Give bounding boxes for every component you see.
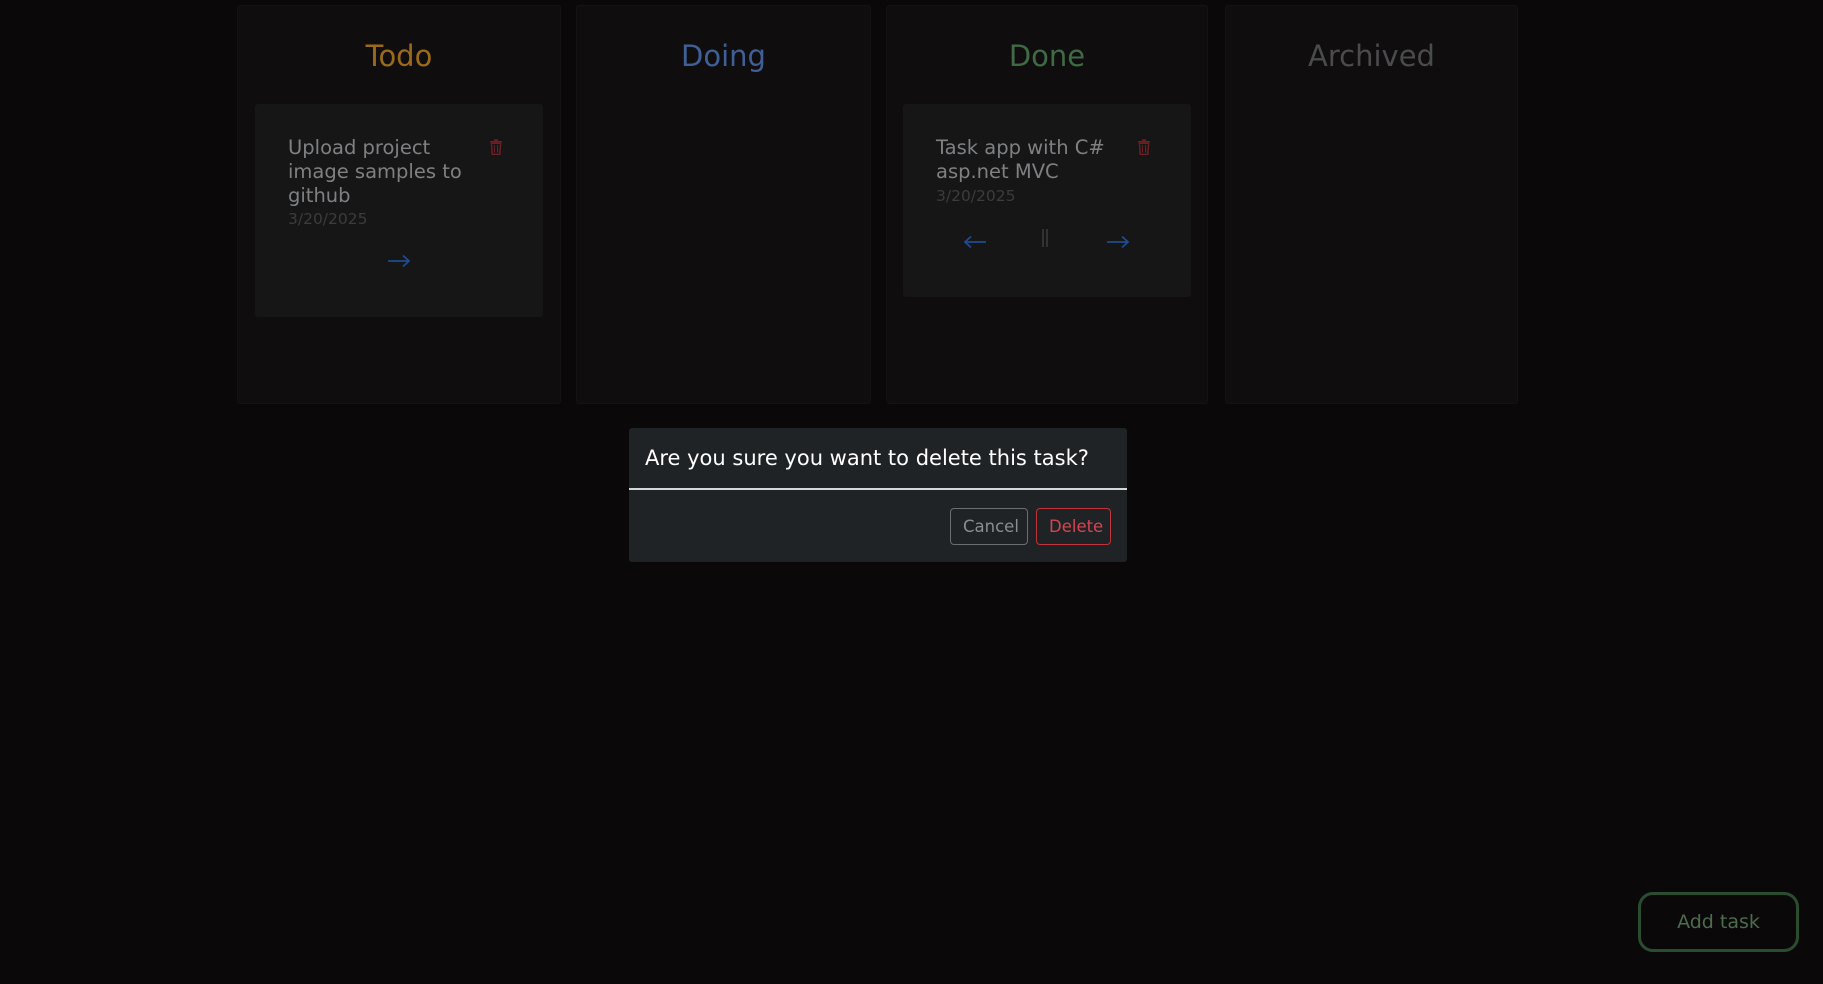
column-archived: Archived [1225, 5, 1518, 404]
task-card: Upload project image samples to github 3… [255, 104, 543, 317]
modal-header: Are you sure you want to delete this tas… [629, 428, 1127, 490]
cancel-button[interactable]: Cancel [950, 508, 1028, 545]
column-title-archived: Archived [1308, 39, 1435, 73]
delete-confirm-modal: Are you sure you want to delete this tas… [629, 428, 1127, 562]
trash-icon[interactable] [489, 139, 503, 155]
column-todo: Todo Upload project image samples to git… [237, 5, 561, 404]
arrow-left-icon[interactable] [963, 235, 987, 249]
task-board-page: Todo Upload project image samples to git… [0, 0, 1823, 984]
modal-title: Are you sure you want to delete this tas… [645, 446, 1089, 470]
pause-icon[interactable] [1040, 228, 1050, 248]
modal-footer: Cancel Delete [950, 508, 1111, 545]
task-title: Upload project image samples to github [288, 136, 462, 207]
task-date: 3/20/2025 [288, 210, 368, 228]
delete-button[interactable]: Delete [1036, 508, 1111, 545]
add-task-button[interactable]: Add task [1638, 892, 1799, 952]
arrow-right-icon[interactable] [1106, 235, 1130, 249]
column-doing: Doing [576, 5, 871, 404]
task-card: Task app with C# asp.net MVC 3/20/2025 [903, 104, 1191, 297]
task-title: Task app with C# asp.net MVC [936, 136, 1105, 183]
column-done: Done Task app with C# asp.net MVC 3/20/2… [886, 5, 1208, 404]
task-date: 3/20/2025 [936, 187, 1016, 205]
column-title-todo: Todo [365, 39, 433, 73]
trash-icon[interactable] [1137, 139, 1151, 155]
column-title-done: Done [1008, 39, 1086, 73]
arrow-right-icon[interactable] [387, 254, 411, 268]
column-title-doing: Doing [681, 39, 766, 73]
